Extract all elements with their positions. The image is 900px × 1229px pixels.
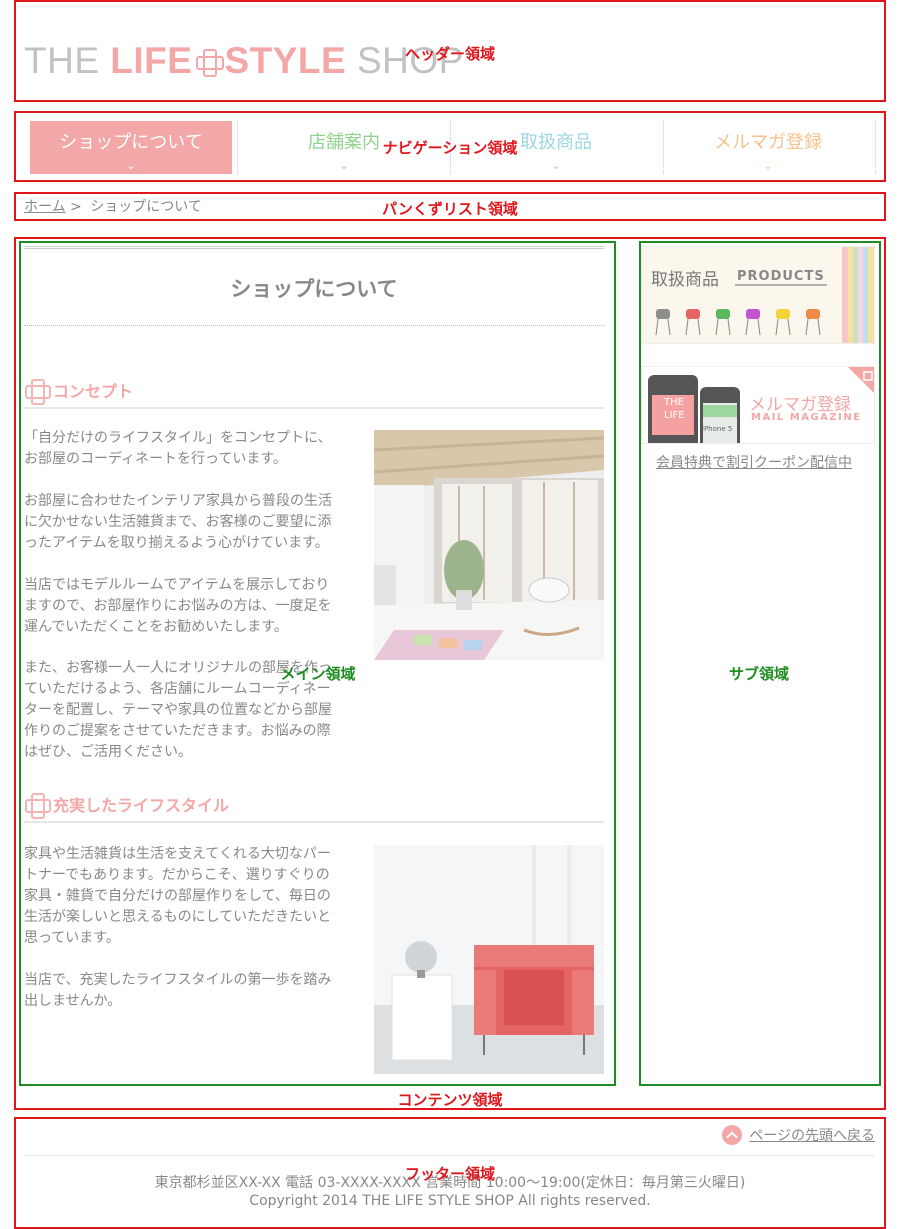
products-banner[interactable]: 取扱商品 PRODUCTS bbox=[641, 246, 875, 344]
room-photo-image bbox=[374, 430, 604, 660]
nav-item-label: 店舗案内 bbox=[308, 132, 380, 153]
products-banner-title: 取扱商品 bbox=[651, 270, 719, 290]
breadcrumb-separator: > bbox=[70, 199, 82, 215]
logo-text-life: LIFE bbox=[110, 40, 193, 81]
plus-icon bbox=[25, 379, 51, 405]
content-region-label: コンテンツ領域 bbox=[397, 1091, 503, 1109]
page-title-box: ショップについて bbox=[24, 246, 604, 326]
products-banner-art bbox=[642, 247, 874, 343]
section-heading-concept: コンセプト bbox=[24, 373, 604, 409]
breadcrumb-region-label: パンくずリスト領域 bbox=[382, 200, 518, 218]
phone-screen-text: THE bbox=[664, 397, 684, 408]
logo-plus-icon bbox=[196, 49, 225, 78]
breadcrumb-home-link[interactable]: ホーム bbox=[24, 199, 66, 215]
newsletter-banner[interactable]: THE LIFE iPhone 5 メルマガ登録 MAIL MAGAZINE bbox=[641, 366, 875, 444]
section-body-concept: 「自分だけのライフスタイル」をコンセプトに、お部屋のコーディネートを行っています… bbox=[24, 428, 336, 638]
footer-region-label: フッター領域 bbox=[404, 1165, 496, 1183]
section-heading-lifestyle: 充実したライフスタイル bbox=[24, 787, 604, 823]
nav-item-about[interactable]: ショップについて ⌄ bbox=[30, 121, 232, 174]
nav-region-label: ナビゲーション領域 bbox=[382, 139, 518, 157]
nav-item-label: メルマガ登録 bbox=[714, 132, 822, 153]
chair-photo bbox=[374, 845, 604, 1074]
chevron-up-icon[interactable] bbox=[722, 1125, 742, 1145]
plus-icon bbox=[25, 793, 51, 819]
nav-item-newsletter[interactable]: メルマガ登録 ⌄ bbox=[667, 121, 869, 174]
paragraph: 当店で、充実したライフスタイルの第一歩を踏み出しませんか。 bbox=[24, 972, 332, 1009]
nav-divider bbox=[663, 121, 664, 174]
paragraph: お部屋に合わせたインテリア家具から普段の生活に欠かせない生活雑貨まで、お客様のご… bbox=[24, 493, 332, 551]
paragraph: 当店ではモデルルームでアイテムを展示しておりますので、お部屋作りにお悩みの方は、… bbox=[24, 577, 332, 635]
chevron-down-icon: ⌄ bbox=[551, 159, 561, 172]
back-to-top-link[interactable]: ページの先頭へ戻る bbox=[749, 1125, 875, 1145]
room-photo bbox=[374, 430, 604, 660]
chevron-down-icon: ⌄ bbox=[339, 159, 349, 172]
section-title: 充実したライフスタイル bbox=[53, 796, 230, 815]
chevron-down-icon: ⌄ bbox=[763, 159, 773, 172]
section-body-lifestyle: 家具や生活雑貨は生活を支えてくれる大切なパートナーでもあります。だからこそ、選り… bbox=[24, 844, 336, 1012]
main-region-label: メイン領域 bbox=[280, 665, 356, 683]
chevron-down-icon: ⌄ bbox=[126, 159, 136, 172]
paragraph: 家具や生活雑貨は生活を支えてくれる大切なパートナーでもあります。だからこそ、選り… bbox=[24, 846, 332, 946]
newsletter-banner-subtitle: MAIL MAGAZINE bbox=[751, 412, 862, 423]
section-title: コンセプト bbox=[53, 382, 134, 401]
logo-text-style: STYLE bbox=[224, 40, 347, 81]
products-banner-subtitle: PRODUCTS bbox=[737, 269, 825, 284]
nav-item-label: 取扱商品 bbox=[520, 132, 592, 153]
footer-copyright: Copyright 2014 THE LIFE STYLE SHOP All r… bbox=[249, 1193, 651, 1209]
coupon-link[interactable]: 会員特典で割引クーポン配信中 bbox=[641, 452, 867, 472]
nav-divider bbox=[237, 121, 238, 174]
breadcrumb: ホーム > ショップについて bbox=[24, 196, 202, 216]
site-logo[interactable]: THE LIFE STYLE SHOP bbox=[24, 41, 464, 81]
chair-photo-image bbox=[374, 845, 604, 1074]
page-title: ショップについて bbox=[230, 277, 398, 301]
nav-divider bbox=[875, 121, 876, 174]
phone-screen-text: LIFE bbox=[664, 410, 685, 421]
logo-text-the: THE bbox=[24, 40, 111, 81]
phone-model-text: iPhone 5 bbox=[702, 425, 733, 433]
header-region-label: ヘッダー領域 bbox=[404, 45, 496, 63]
paragraph: 「自分だけのライフスタイル」をコンセプトに、お部屋のコーディネートを行っています… bbox=[24, 430, 332, 467]
footer-divider bbox=[24, 1155, 875, 1156]
breadcrumb-current: ショップについて bbox=[90, 199, 202, 215]
sub-region-label: サブ領域 bbox=[728, 665, 790, 683]
nav-item-label: ショップについて bbox=[59, 132, 203, 153]
